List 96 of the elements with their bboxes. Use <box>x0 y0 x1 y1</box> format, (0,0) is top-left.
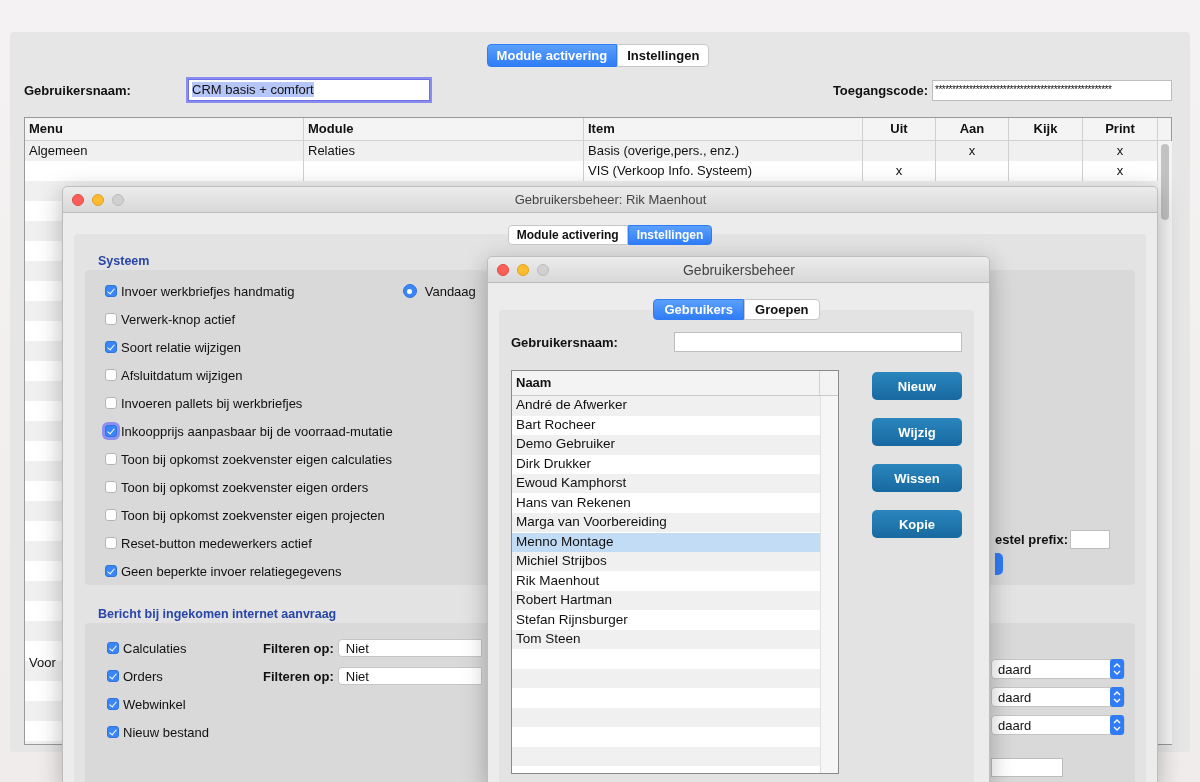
list-item[interactable]: Robert Hartman <box>512 591 820 611</box>
column-header: Module <box>304 118 584 140</box>
list-item[interactable]: André de Afwerker <box>512 396 820 416</box>
table-cell: Algemeen <box>25 141 304 161</box>
username-field[interactable] <box>674 332 962 352</box>
prefix-field[interactable] <box>1070 530 1110 549</box>
checkbox[interactable] <box>105 453 117 465</box>
checkbox[interactable] <box>105 341 117 353</box>
button[interactable] <box>995 553 1003 575</box>
table-cell: Basis (overige,pers., enz.) <box>584 141 863 161</box>
checkbox-label: Afsluitdatum wijzigen <box>121 367 243 383</box>
column-header: Print <box>1083 118 1158 140</box>
list-item[interactable]: Dirk Drukker <box>512 454 820 474</box>
tab[interactable]: Instellingen <box>617 44 710 67</box>
list-item[interactable]: Marga van Voorbereiding <box>512 513 820 533</box>
field-label: Gebruikersnaam: <box>24 82 132 98</box>
tab[interactable]: Module activering <box>507 225 628 245</box>
close-icon[interactable] <box>72 193 84 206</box>
stepper-icon <box>1110 715 1124 735</box>
checkbox[interactable] <box>107 670 119 682</box>
table-cell: VIS (Verkoop Info. Systeem) <box>584 161 863 181</box>
action-button[interactable]: Nieuw <box>872 372 962 400</box>
section-heading: Bericht bij ingekomen internet aanvraag <box>98 607 337 621</box>
action-button[interactable]: Kopie <box>872 510 962 538</box>
list-item[interactable]: Bart Rocheer <box>512 415 820 435</box>
tab[interactable]: Groepen <box>744 299 820 320</box>
checkbox-label: Webwinkel <box>123 696 187 712</box>
checkbox-label: Inkoopprijs aanpasbaar bij de voorraad-mutatie <box>121 423 393 439</box>
list-item[interactable]: Demo Gebruiker <box>512 435 820 455</box>
close-icon[interactable] <box>497 263 509 276</box>
column-header: Uit <box>863 118 936 140</box>
checkbox[interactable] <box>107 726 119 738</box>
checkbox[interactable] <box>107 698 119 710</box>
filter-dropdown[interactable]: Niet <box>337 667 482 685</box>
checkbox-label: Nieuw bestand <box>123 724 210 740</box>
checkbox-label: Soort relatie wijzigen <box>121 339 241 355</box>
checkbox[interactable] <box>107 642 119 654</box>
action-button[interactable]: Wijzig <box>872 418 962 446</box>
dropdown[interactable]: daard <box>991 659 1125 679</box>
column-header: Menu <box>25 118 304 140</box>
checkbox-label: Invoeren pallets bij werkbriefjes <box>121 395 303 411</box>
table-cell: Relaties <box>304 141 584 161</box>
checkbox[interactable] <box>105 425 117 437</box>
checkbox-label: Reset-button medewerkers actief <box>121 535 312 551</box>
checkbox-label: Calculaties <box>123 640 188 656</box>
stepper-icon <box>1110 687 1124 707</box>
radio-label: Vandaag <box>424 283 476 299</box>
list-item[interactable]: Ewoud Kamphorst <box>512 474 820 494</box>
table-cell: x <box>863 161 936 181</box>
scrollbar[interactable] <box>1161 144 1169 220</box>
checkbox-label: Verwerk-knop actief <box>121 311 236 327</box>
checkbox[interactable] <box>105 369 117 381</box>
minimize-icon[interactable] <box>92 193 104 206</box>
checkbox[interactable] <box>105 509 117 521</box>
list-item[interactable]: Tom Steen <box>512 630 820 650</box>
username-field[interactable]: CRM basis + comfort <box>188 79 430 101</box>
checkbox-label: Geen beperkte invoer relatiegegevens <box>121 563 342 579</box>
dropdown[interactable]: daard <box>991 715 1125 735</box>
zoom-icon[interactable] <box>537 263 549 276</box>
column-header: Kijk <box>1009 118 1083 140</box>
window-title: Gebruikersbeheer: Rik Maenhout <box>513 192 708 207</box>
dropdown[interactable]: daard <box>991 687 1125 707</box>
table-cell: x <box>936 141 1009 161</box>
field-label: estel prefix: <box>995 532 1068 547</box>
checkbox[interactable] <box>105 537 117 549</box>
column-header: Aan <box>936 118 1009 140</box>
checkbox-label: Toon bij opkomst zoekvenster eigen orders <box>121 479 369 495</box>
checkbox-label: Toon bij opkomst zoekvenster eigen calculaties <box>121 451 392 467</box>
list-item[interactable]: Hans van Rekenen <box>512 493 820 513</box>
field-label: Toegangscode: <box>832 82 928 98</box>
zoom-icon[interactable] <box>112 193 124 206</box>
checkbox-label: Toon bij opkomst zoekvenster eigen projecten <box>121 507 385 523</box>
window-title: Gebruikersbeheer <box>681 261 797 278</box>
checkbox[interactable] <box>105 397 117 409</box>
list-item[interactable]: Rik Maenhout <box>512 571 820 591</box>
checkbox[interactable] <box>105 285 117 297</box>
list-item[interactable]: Michiel Strijbos <box>512 552 820 572</box>
list-item[interactable]: Menno Montage <box>512 532 820 552</box>
list-item[interactable]: Stefan Rijnsburger <box>512 610 820 630</box>
action-button[interactable]: Wissen <box>872 464 962 492</box>
input-field[interactable] <box>991 758 1063 777</box>
column-header: Naam <box>512 371 820 395</box>
checkbox[interactable] <box>105 481 117 493</box>
filter-label: Filteren op: <box>263 640 334 656</box>
field-label: Gebruikersnaam: <box>511 334 618 350</box>
password-field[interactable]: **************************************************** <box>932 79 1172 101</box>
filter-dropdown[interactable]: Niet <box>337 639 482 657</box>
stepper-icon <box>1110 659 1124 679</box>
checkbox[interactable] <box>105 313 117 325</box>
column-header: Item <box>584 118 863 140</box>
checkbox-label: Invoer werkbriefjes handmatig <box>121 283 295 299</box>
section-heading: Systeem <box>98 254 150 268</box>
radio-button[interactable] <box>402 284 417 298</box>
checkbox[interactable] <box>105 565 117 577</box>
scrollbar[interactable] <box>820 396 838 773</box>
minimize-icon[interactable] <box>517 263 529 276</box>
